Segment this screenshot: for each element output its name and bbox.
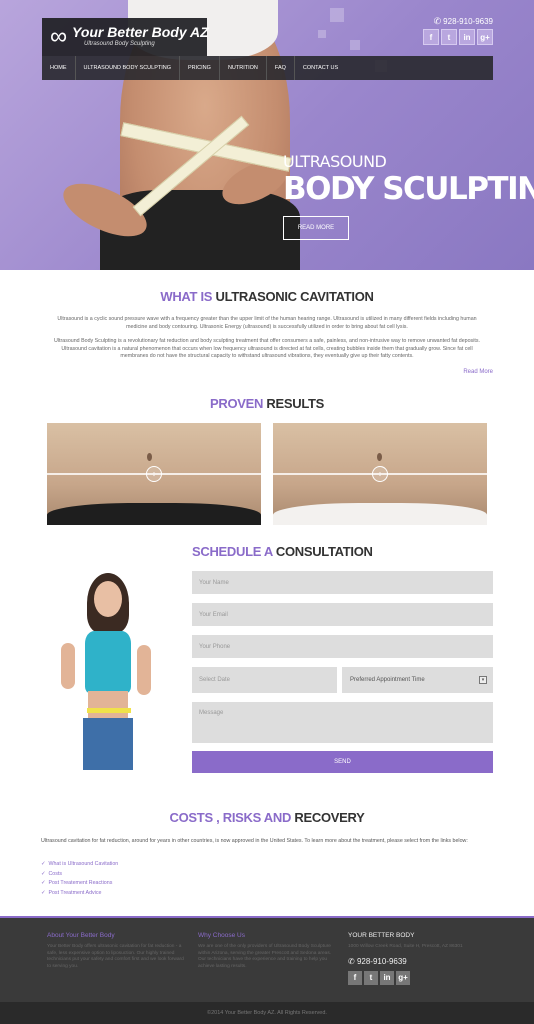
linkedin-icon[interactable]: in: [459, 29, 475, 45]
check-icon: ✓: [41, 870, 46, 877]
photo-garment: [273, 503, 487, 525]
model-jeans: [83, 718, 133, 770]
costs-link-list: ✓ What is Ultrasound Cavitation ✓ Costs ✓ P…: [41, 860, 118, 898]
footer-about: About Your Better Body Your Better Body …: [47, 932, 187, 970]
footer-contact: YOUR BETTER BODY 1000 Willow Creek Road,…: [348, 932, 488, 985]
select-value: Preferred Appointment Time: [350, 677, 425, 683]
phone-field[interactable]: Your Phone: [192, 635, 493, 658]
list-item[interactable]: ✓ Post Treatement Reactions: [41, 879, 118, 889]
consultation-model-image: [57, 573, 157, 773]
header-social-links: f t in g+: [423, 29, 493, 45]
googleplus-icon[interactable]: g+: [396, 970, 410, 985]
header-phone-number: 928-910-9639: [443, 17, 493, 26]
read-more-link[interactable]: Read More: [463, 369, 493, 375]
name-field[interactable]: Your Name: [192, 571, 493, 594]
footer-about-title: About Your Better Body: [47, 932, 115, 939]
main-nav: HOME ULTRASOUND BODY SCULPTING PRICING N…: [42, 56, 493, 80]
googleplus-icon[interactable]: g+: [477, 29, 493, 45]
model-arm: [137, 645, 151, 695]
hero-read-more-button[interactable]: READ MORE: [283, 216, 349, 240]
costs-heading: COSTS , RISKS AND RECOVERY: [0, 810, 534, 825]
footer-phone[interactable]: ✆ 928-910-9639: [348, 957, 488, 966]
costs-intro: Ultrasound cavitation for fat reduction,…: [41, 838, 468, 844]
logo-title: Your Better Body AZ: [72, 24, 209, 40]
appointment-time-select[interactable]: Preferred Appointment Time ▾: [342, 667, 493, 693]
check-icon: ✓: [41, 889, 46, 896]
cavitation-paragraph-1: Ultrasound is a cyclic sound pressure wa…: [57, 316, 477, 330]
cavitation-heading: WHAT IS ULTRASONIC CAVITATION: [0, 289, 534, 304]
nav-item-contact[interactable]: CONTACT US: [295, 56, 346, 80]
hero-subtitle: ULTRASOUND: [283, 152, 387, 171]
decor-square: [350, 40, 360, 50]
before-after-image[interactable]: ↕: [47, 423, 261, 525]
site-logo[interactable]: ∞ Your Better Body AZ Ultrasound Body Sc…: [42, 18, 209, 56]
results-heading: PROVEN RESULTS: [0, 396, 534, 411]
list-item[interactable]: ✓ Post Treatment Advice: [41, 889, 118, 899]
model-belly: [88, 691, 128, 719]
list-item[interactable]: ✓ Costs: [41, 870, 118, 880]
measuring-tape: [87, 708, 131, 713]
nav-item-faq[interactable]: FAQ: [267, 56, 295, 80]
send-button[interactable]: SEND: [192, 751, 493, 773]
model-top: [85, 631, 131, 693]
heading-accent: PROVEN: [209, 396, 264, 411]
facebook-icon[interactable]: f: [348, 970, 362, 985]
phone-icon: ✆: [348, 956, 355, 966]
footer-why: Why Choose Us We are one of the only pro…: [198, 932, 338, 970]
model-face: [94, 581, 122, 617]
header-phone[interactable]: ✆ 928-910-9639: [434, 16, 493, 27]
facebook-icon[interactable]: f: [423, 29, 439, 45]
footer-contact-title: YOUR BETTER BODY: [348, 932, 415, 939]
heading-rest: CONSULTATION: [275, 544, 373, 559]
heading-rest: RECOVERY: [294, 810, 365, 825]
footer-social-links: f t in g+: [348, 970, 488, 985]
heading-accent: SCHEDULE A: [192, 544, 273, 559]
footer-why-title: Why Choose Us: [198, 932, 245, 939]
message-field[interactable]: Message: [192, 702, 493, 743]
email-field[interactable]: Your Email: [192, 603, 493, 626]
decor-square: [330, 8, 344, 22]
photo-detail: [377, 453, 382, 461]
link-label[interactable]: Post Treatement Reactions: [48, 880, 112, 886]
check-icon: ✓: [41, 880, 46, 887]
twitter-icon[interactable]: t: [364, 970, 378, 985]
nav-item-home[interactable]: HOME: [42, 56, 76, 80]
heading-accent: WHAT IS: [160, 289, 213, 304]
before-after-image[interactable]: ↕: [273, 423, 487, 525]
slider-handle-icon[interactable]: ↕: [372, 466, 388, 482]
slider-handle-icon[interactable]: ↕: [146, 466, 162, 482]
heading-rest: ULTRASONIC CAVITATION: [215, 289, 374, 304]
decor-square: [318, 30, 326, 38]
photo-garment: [47, 503, 261, 525]
date-field[interactable]: Select Date: [192, 667, 337, 693]
nav-item-pricing[interactable]: PRICING: [180, 56, 220, 80]
check-icon: ✓: [41, 861, 46, 867]
phone-icon: ✆: [433, 16, 442, 26]
copyright: ©2014 Your Better Body AZ. All Rights Re…: [0, 1002, 534, 1024]
photo-detail: [147, 453, 152, 461]
footer-address: 1000 Willow Creek Road, Suite H, Prescot…: [348, 944, 463, 949]
nav-item-ultrasound[interactable]: ULTRASOUND BODY SCULPTING: [76, 56, 181, 80]
cavitation-paragraph-2: Ultrasound Body Sculpting is a revolutio…: [54, 338, 480, 360]
linkedin-icon[interactable]: in: [380, 970, 394, 985]
footer: About Your Better Body Your Better Body …: [0, 916, 534, 1004]
footer-why-text: We are one of the only providers of Ultr…: [198, 944, 332, 969]
hero-banner: ∞ Your Better Body AZ Ultrasound Body Sc…: [0, 0, 534, 270]
logo-tagline: Ultrasound Body Sculpting: [84, 41, 155, 47]
model-arm: [61, 643, 75, 689]
nav-item-nutrition[interactable]: NUTRITION: [220, 56, 267, 80]
footer-phone-number: 928-910-9639: [356, 956, 407, 966]
footer-about-text: Your Better Body offers ultrasonic cavit…: [47, 944, 184, 969]
list-item[interactable]: ✓ What is Ultrasound Cavitation: [41, 860, 118, 870]
twitter-icon[interactable]: t: [441, 29, 457, 45]
heading-accent: COSTS , RISKS AND: [169, 810, 292, 825]
chevron-down-icon: ▾: [479, 676, 487, 684]
hero-title: BODY SCULPTING: [283, 171, 534, 207]
logo-figure-icon: ∞: [50, 23, 68, 50]
link-label[interactable]: What is Ultrasound Cavitation: [48, 861, 118, 867]
consultation-heading: SCHEDULE A CONSULTATION: [192, 544, 493, 559]
heading-rest: RESULTS: [266, 396, 325, 411]
link-label[interactable]: Costs: [48, 871, 62, 877]
link-label[interactable]: Post Treatment Advice: [48, 890, 101, 896]
